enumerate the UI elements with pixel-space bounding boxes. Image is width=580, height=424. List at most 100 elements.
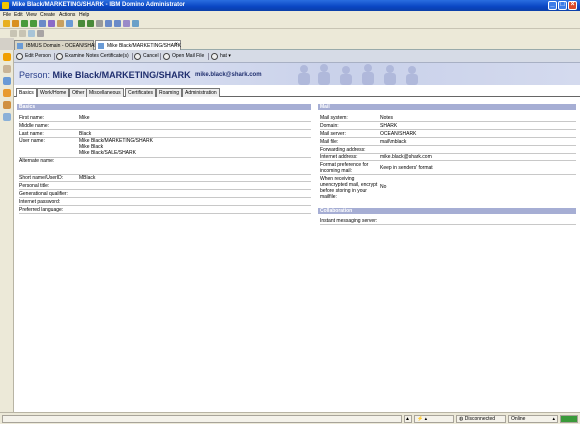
- people-graphic: [298, 64, 418, 85]
- paste-icon[interactable]: [19, 30, 26, 37]
- divider: [19, 181, 311, 182]
- field-middle-name[interactable]: Middle name:: [19, 123, 311, 130]
- tab-miscellaneous[interactable]: Miscellaneous: [86, 88, 124, 97]
- calendar-icon[interactable]: [3, 65, 11, 73]
- connection-label: Disconnected: [464, 416, 496, 422]
- location-selector[interactable]: Online ▴: [508, 415, 558, 423]
- field-mail-file[interactable]: Mail file: mail\mblack: [320, 139, 576, 146]
- openmail-label: Open Mail File: [172, 53, 205, 59]
- close-button[interactable]: ×: [568, 1, 577, 10]
- next-icon[interactable]: [87, 20, 94, 27]
- menu-edit[interactable]: Edit: [14, 12, 23, 18]
- folder-icon[interactable]: [57, 20, 64, 27]
- field-mail-server[interactable]: Mail server: OCEAN/SHARK: [320, 131, 576, 138]
- cancel-icon: [134, 53, 141, 60]
- inbox-icon[interactable]: [560, 415, 578, 423]
- form-tabs: Basics Work/Home Other Miscellaneous Cer…: [14, 85, 580, 97]
- field-forwarding-address[interactable]: Forwarding address:: [320, 147, 576, 154]
- location-label: Online: [511, 416, 526, 422]
- print-icon[interactable]: [132, 20, 139, 27]
- zoom-icon[interactable]: [123, 20, 130, 27]
- divider: [19, 213, 311, 214]
- forward-icon[interactable]: [30, 20, 37, 27]
- menu-view[interactable]: View: [26, 12, 37, 18]
- search-icon[interactable]: [114, 20, 121, 27]
- field-last-name[interactable]: Last name: Black: [19, 131, 311, 138]
- scroll-up-icon[interactable]: ▲: [404, 415, 412, 423]
- examine-certificates-button[interactable]: Examine Notes Certificate(s): [56, 52, 129, 61]
- star-icon[interactable]: [12, 20, 19, 27]
- separator: [132, 53, 133, 60]
- print-preview-icon[interactable]: [37, 30, 44, 37]
- field-user-name[interactable]: User name: Mike Black/MARKETING/SHARK Mi…: [19, 138, 311, 158]
- user-name-value-3: Mike Black/SALE/SHARK: [79, 150, 136, 156]
- databases-icon[interactable]: [3, 113, 11, 121]
- tab-roaming[interactable]: Roaming: [156, 88, 183, 97]
- back-icon[interactable]: [78, 20, 85, 27]
- field-short-name[interactable]: Short name/UserID: MBlack: [19, 175, 311, 182]
- field-first-name[interactable]: First name: Mike: [19, 115, 311, 122]
- copy-icon[interactable]: [10, 30, 17, 37]
- minimize-button[interactable]: _: [548, 1, 557, 10]
- close-tab-icon[interactable]: ×: [174, 42, 178, 48]
- link-icon[interactable]: [48, 20, 55, 27]
- menu-bar: File Edit View Create Actions Help: [0, 11, 580, 19]
- mail-icon[interactable]: [3, 53, 11, 61]
- divider: [320, 121, 576, 122]
- field-personal-title[interactable]: Personal title:: [19, 183, 311, 190]
- divider: [320, 145, 576, 146]
- more-actions-button[interactable]: hat ▾: [211, 52, 231, 61]
- tab-label: IBMUS Domain - OCEAN/SHARK: [26, 43, 102, 49]
- network-icon: ◍: [459, 416, 464, 422]
- cancel-button[interactable]: Cancel: [134, 52, 159, 61]
- field-domain[interactable]: Domain: SHARK: [320, 123, 576, 130]
- tab-certificates[interactable]: Certificates: [125, 88, 157, 97]
- bookmark-icon[interactable]: [3, 20, 10, 27]
- field-mail-system[interactable]: Mail system: Notes: [320, 115, 576, 122]
- field-encrypt-incoming[interactable]: When receiving unencrypted mail, encrypt…: [320, 176, 576, 201]
- field-im-server[interactable]: Instant messaging server:: [320, 218, 576, 225]
- activity-indicator[interactable]: ⚡ ▴: [414, 415, 454, 423]
- field-preferred-language[interactable]: Preferred language:: [19, 207, 311, 214]
- menu-actions[interactable]: Actions: [59, 12, 75, 18]
- tab-basics[interactable]: Basics: [16, 88, 37, 97]
- section-collaboration: Collaboration: [318, 208, 576, 214]
- tab-work-home[interactable]: Work/Home: [37, 88, 70, 97]
- field-format-preference[interactable]: Format preference for incoming mail: Kee…: [320, 162, 576, 175]
- edit-person-button[interactable]: Edit Person: [16, 52, 51, 61]
- todo-icon[interactable]: [3, 89, 11, 97]
- contacts-icon[interactable]: [3, 77, 11, 85]
- home-icon[interactable]: [105, 20, 112, 27]
- more-label: hat: [220, 53, 227, 59]
- stop-icon[interactable]: [96, 20, 103, 27]
- status-bar: ▲ ⚡ ▴ ◍ Disconnected Online ▴: [0, 412, 580, 424]
- menu-help[interactable]: Help: [79, 12, 89, 18]
- tab-other[interactable]: Other: [69, 88, 88, 97]
- tab-person[interactable]: Mike Black/MARKETING/SHARK ×: [95, 40, 181, 50]
- replicator-icon[interactable]: [3, 101, 11, 109]
- field-alternate-name[interactable]: Alternate name:: [19, 158, 311, 175]
- divider: [19, 189, 311, 190]
- open-mail-file-button[interactable]: Open Mail File: [163, 52, 204, 61]
- field-internet-address[interactable]: Internet address: mike.black@shark.com: [320, 154, 576, 161]
- field-internet-password[interactable]: Internet password:: [19, 199, 311, 206]
- mail-file-icon: [163, 53, 170, 60]
- save-icon[interactable]: [66, 20, 73, 27]
- field-generational-qualifier[interactable]: Generational qualifier:: [19, 191, 311, 198]
- person-banner: Person: Mike Black/MARKETING/SHARK mike.…: [14, 63, 580, 85]
- encrypt-value: No: [380, 184, 387, 190]
- divider: [19, 121, 311, 122]
- menu-create[interactable]: Create: [40, 12, 55, 18]
- window-icon[interactable]: [28, 30, 35, 37]
- chevron-up-icon: ▴: [424, 416, 428, 422]
- divider: [19, 197, 311, 198]
- up-icon[interactable]: [21, 20, 28, 27]
- lightning-icon: ⚡: [417, 416, 424, 422]
- connection-status[interactable]: ◍ Disconnected: [456, 415, 506, 423]
- section-basics: Basics: [17, 104, 311, 110]
- menu-file[interactable]: File: [3, 12, 11, 18]
- tab-domain[interactable]: IBMUS Domain - OCEAN/SHARK: [14, 40, 101, 50]
- maximize-button[interactable]: □: [558, 1, 567, 10]
- tab-administration[interactable]: Administration: [182, 88, 220, 97]
- refresh-icon[interactable]: [39, 20, 46, 27]
